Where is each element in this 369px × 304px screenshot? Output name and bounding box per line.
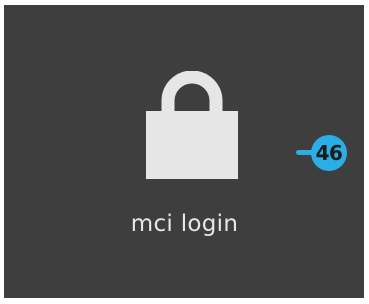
- tile-label: mci login: [130, 211, 239, 237]
- notification-badge: 46: [296, 135, 360, 171]
- badge-count: 46: [311, 135, 347, 171]
- lock-icon: [146, 71, 238, 179]
